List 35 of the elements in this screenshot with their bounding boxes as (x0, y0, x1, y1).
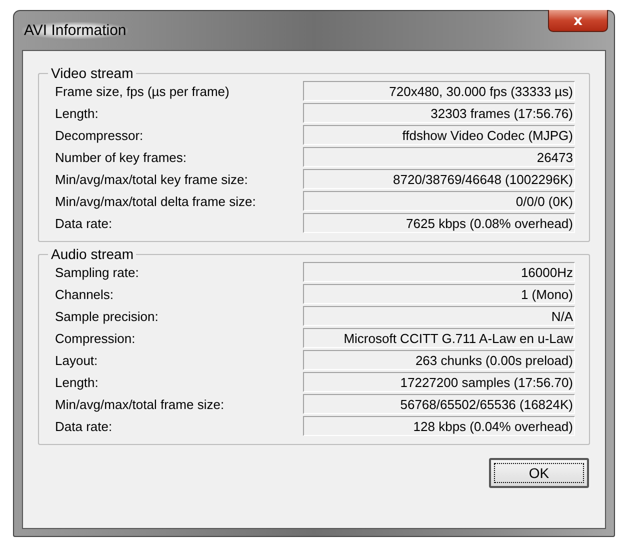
field-label: Layout: (55, 352, 98, 368)
field-label: Frame size, fps (µs per frame) (55, 84, 230, 98)
field-label: Number of key frames: (55, 150, 186, 164)
value-field: 56768/65502/65536 (16824K) (303, 394, 575, 414)
value-field: 16000Hz (303, 262, 575, 282)
field-label: Channels: (55, 286, 114, 302)
ok-button[interactable]: OK (489, 458, 589, 488)
field-label: Min/avg/max/total delta frame size: (55, 194, 256, 208)
field-label: Sample precision: (55, 308, 158, 324)
value-field: 263 chunks (0.00s preload) (303, 350, 575, 370)
value-field: 720x480, 30.000 fps (33333 µs) (303, 81, 575, 101)
value-field: 8720/38769/46648 (1002296K) (303, 169, 575, 189)
window-title: AVI Information (22, 22, 128, 39)
value-field: Microsoft CCITT G.711 A-Law en u-Law (303, 328, 575, 348)
field-label: Data rate: (55, 216, 112, 230)
value-field: 32303 frames (17:56.76) (303, 103, 575, 123)
close-button[interactable]: x (548, 10, 608, 32)
field-label: Min/avg/max/total frame size: (55, 396, 224, 412)
field-label: Length: (55, 374, 98, 390)
field-label: Sampling rate: (55, 264, 139, 280)
field-label: Decompressor: (55, 128, 144, 142)
value-field: N/A (303, 306, 575, 326)
field-label: Length: (55, 106, 98, 120)
value-field: 1 (Mono) (303, 284, 575, 304)
value-field: 7625 kbps (0.08% overhead) (303, 213, 575, 233)
group-title: Audio stream (50, 246, 134, 262)
group-title: Video stream (50, 65, 134, 81)
value-field: 26473 (303, 147, 575, 167)
value-field: 17227200 samples (17:56.70) (303, 372, 575, 392)
value-field: 0/0/0 (0K) (303, 191, 575, 211)
field-label: Compression: (55, 330, 136, 346)
field-label: Data rate: (55, 418, 112, 434)
field-label: Min/avg/max/total key frame size: (55, 172, 248, 186)
value-field: 128 kbps (0.04% overhead) (303, 416, 575, 436)
value-field: ffdshow Video Codec (MJPG) (303, 125, 575, 145)
